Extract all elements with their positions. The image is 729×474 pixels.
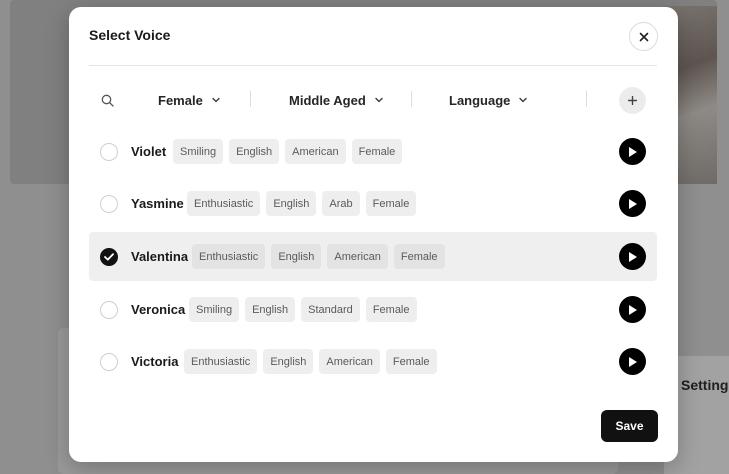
voice-tags: Enthusiastic English Arab Female bbox=[187, 191, 417, 216]
close-button[interactable] bbox=[629, 22, 658, 51]
header-divider bbox=[89, 65, 657, 66]
voice-tag: Female bbox=[351, 139, 403, 164]
chevron-down-icon bbox=[375, 97, 383, 103]
voice-name: Victoria bbox=[131, 354, 179, 369]
chevron-down-icon bbox=[212, 97, 220, 103]
voice-name: Yasmine bbox=[131, 196, 184, 211]
play-icon bbox=[629, 146, 637, 157]
voice-tag: Standard bbox=[301, 297, 360, 322]
voice-tag: English bbox=[266, 191, 317, 216]
voice-radio[interactable] bbox=[100, 194, 118, 213]
voice-tag: Female bbox=[385, 349, 437, 374]
age-filter-dropdown[interactable]: Middle Aged bbox=[289, 91, 383, 109]
voice-tag: American bbox=[319, 349, 380, 374]
voice-tag: Enthusiastic bbox=[184, 349, 258, 374]
filter-separator bbox=[411, 91, 412, 107]
voice-tag: Female bbox=[365, 191, 417, 216]
play-preview-button[interactable] bbox=[619, 348, 646, 375]
voice-tag: Female bbox=[365, 297, 417, 322]
voice-row-valentina[interactable]: Valentina Enthusiastic English American … bbox=[89, 232, 657, 281]
voice-row-victoria[interactable]: Victoria Enthusiastic English American F… bbox=[89, 337, 657, 386]
search-icon bbox=[101, 94, 114, 107]
voice-radio[interactable] bbox=[100, 142, 118, 161]
voice-name: Veronica bbox=[131, 302, 186, 317]
voice-radio-checked[interactable] bbox=[100, 247, 118, 266]
play-preview-button[interactable] bbox=[619, 138, 646, 165]
play-preview-button[interactable] bbox=[619, 243, 646, 270]
voice-row-violet[interactable]: Violet Smiling English American Female bbox=[89, 127, 657, 176]
modal-title: Select Voice bbox=[89, 27, 171, 43]
voice-tag: Enthusiastic bbox=[192, 244, 266, 269]
voice-tag: English bbox=[263, 349, 314, 374]
play-icon bbox=[629, 356, 637, 367]
filter-separator bbox=[586, 91, 587, 107]
voice-tag: Enthusiastic bbox=[187, 191, 261, 216]
play-preview-button[interactable] bbox=[619, 190, 646, 217]
voice-tags: Enthusiastic English American Female bbox=[192, 244, 445, 269]
play-preview-button[interactable] bbox=[619, 296, 646, 323]
voice-tag: American bbox=[327, 244, 388, 269]
settings-label: Settings bbox=[681, 377, 729, 393]
checkmark-icon bbox=[104, 252, 114, 260]
voice-tag: Female bbox=[393, 244, 445, 269]
save-button[interactable]: Save bbox=[601, 410, 658, 442]
voice-tag: Smiling bbox=[173, 139, 224, 164]
age-filter-label: Middle Aged bbox=[289, 92, 366, 108]
voice-tags: Smiling English Standard Female bbox=[189, 297, 417, 322]
voice-tag: Arab bbox=[322, 191, 360, 216]
add-voice-button[interactable] bbox=[619, 87, 646, 114]
voice-tag: English bbox=[245, 297, 296, 322]
play-icon bbox=[629, 198, 637, 209]
language-filter-label: Language bbox=[449, 92, 511, 108]
play-icon bbox=[629, 304, 637, 315]
voice-name: Violet bbox=[131, 144, 167, 159]
voice-radio[interactable] bbox=[100, 300, 118, 319]
voice-tags: Smiling English American Female bbox=[173, 139, 403, 164]
select-voice-modal: Select Voice Female Middle Aged Language bbox=[69, 7, 678, 462]
filter-separator bbox=[250, 91, 251, 107]
voice-tag: American bbox=[285, 139, 346, 164]
voice-tags: Enthusiastic English American Female bbox=[184, 349, 437, 374]
gender-filter-dropdown[interactable]: Female bbox=[158, 91, 220, 109]
voice-row-veronica[interactable]: Veronica Smiling English Standard Female bbox=[89, 285, 657, 334]
close-icon bbox=[639, 32, 648, 41]
play-icon bbox=[629, 251, 637, 262]
plus-icon bbox=[628, 96, 637, 105]
voice-radio[interactable] bbox=[100, 352, 118, 371]
voice-row-yasmine[interactable]: Yasmine Enthusiastic English Arab Female bbox=[89, 179, 657, 228]
voice-tag: English bbox=[271, 244, 322, 269]
voice-tag: English bbox=[229, 139, 280, 164]
gender-filter-label: Female bbox=[158, 92, 203, 108]
language-filter-dropdown[interactable]: Language bbox=[449, 91, 528, 109]
chevron-down-icon bbox=[519, 97, 528, 103]
search-button[interactable] bbox=[100, 93, 114, 107]
voice-name: Valentina bbox=[131, 249, 189, 264]
voice-tag: Smiling bbox=[189, 297, 240, 322]
